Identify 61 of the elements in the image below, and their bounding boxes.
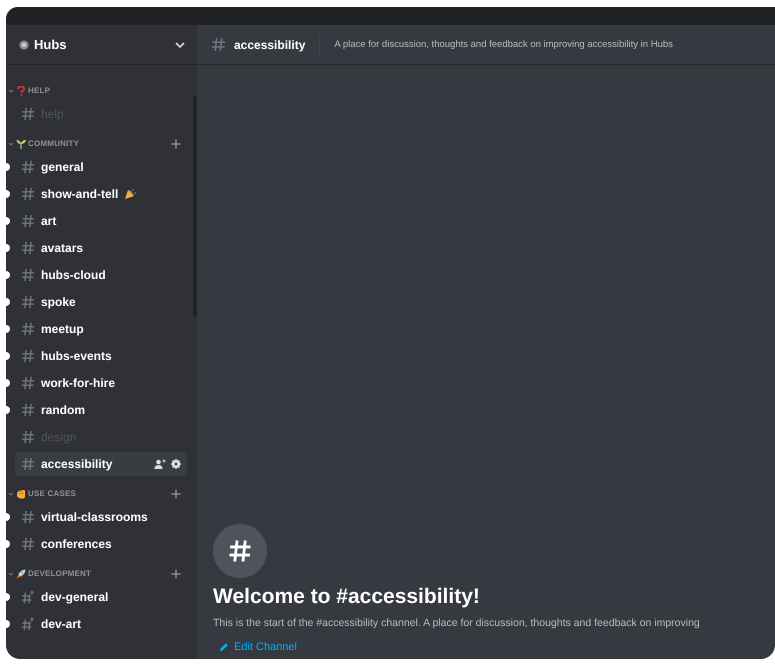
- hash-icon: [21, 430, 35, 444]
- hash-icon: [21, 537, 35, 551]
- channel-item[interactable]: meetup: [15, 317, 187, 341]
- hash-icon: [21, 187, 35, 201]
- server-header[interactable]: Hubs: [6, 25, 197, 65]
- hash-icon: [21, 241, 35, 255]
- settings-icon[interactable]: [171, 459, 181, 469]
- channel-topic: A place for discussion, thoughts and feedback on improving accessibility in Hubs: [334, 39, 673, 50]
- plus-icon[interactable]: [171, 568, 181, 578]
- channel-item[interactable]: conferences: [15, 532, 187, 556]
- hash-icon: [21, 376, 35, 390]
- welcome-title: Welcome to #accessibility!: [213, 585, 481, 609]
- channel-item[interactable]: virtual-classrooms: [15, 505, 187, 529]
- category-name[interactable]: DEVELOPMENT: [28, 569, 169, 578]
- welcome-description: This is the start of the #accessibility channel. A place for discussion, thoughts and feedback on improving: [213, 617, 701, 629]
- caret-icon: [8, 88, 14, 94]
- channel-item[interactable]: general: [15, 155, 187, 179]
- channel-item[interactable]: dev-general: [15, 585, 187, 609]
- hash-icon: [21, 403, 35, 417]
- hash-icon: [21, 457, 35, 471]
- server-name: Hubs: [34, 37, 68, 52]
- hash-icon: [21, 510, 35, 524]
- pencil-icon: [219, 642, 229, 652]
- channel-item[interactable]: dev-art: [15, 612, 187, 636]
- plus-icon[interactable]: [171, 138, 181, 148]
- chevron-down-icon[interactable]: [175, 42, 185, 48]
- question-mark-icon: [16, 86, 26, 96]
- channel-item[interactable]: avatars: [15, 236, 187, 260]
- channel-item[interactable]: random: [15, 398, 187, 422]
- category-name[interactable]: COMMUNITY: [28, 139, 169, 148]
- sprout-icon: [16, 138, 26, 148]
- hash-icon: [21, 214, 35, 228]
- plus-icon[interactable]: [171, 488, 181, 498]
- hash-plus-icon: [21, 590, 35, 604]
- selected-channel-item[interactable]: accessibility: [15, 452, 187, 476]
- channel-item[interactable]: show-and-tell: [15, 182, 187, 206]
- rocket-icon: [16, 568, 26, 578]
- hash-icon: [21, 107, 35, 121]
- channel-item[interactable]: spoke: [15, 290, 187, 314]
- edit-channel-link[interactable]: Edit Channel: [219, 641, 297, 653]
- hash-icon: [21, 295, 35, 309]
- waving-hand-icon: [16, 488, 26, 498]
- party-popper-icon: [124, 188, 136, 200]
- server-icon: [19, 40, 29, 50]
- hash-icon: [21, 322, 35, 336]
- hash-icon: [21, 268, 35, 282]
- hash-icon: [21, 349, 35, 363]
- channel-item[interactable]: hubs-events: [15, 344, 187, 368]
- hash-plus-icon: [21, 617, 35, 631]
- add-member-icon[interactable]: [154, 459, 166, 469]
- caret-icon: [8, 140, 14, 146]
- category-name[interactable]: USE CASES: [28, 489, 169, 498]
- caret-icon: [8, 570, 14, 576]
- channel-item[interactable]: work-for-hire: [15, 371, 187, 395]
- hash-icon: [211, 37, 226, 52]
- hash-icon: [21, 160, 35, 174]
- caret-icon: [8, 490, 14, 496]
- category-name[interactable]: HELP: [28, 86, 181, 95]
- channel-name: accessibility: [234, 38, 306, 52]
- channel-item[interactable]: art: [15, 209, 187, 233]
- channel-item[interactable]: hubs-cloud: [15, 263, 187, 287]
